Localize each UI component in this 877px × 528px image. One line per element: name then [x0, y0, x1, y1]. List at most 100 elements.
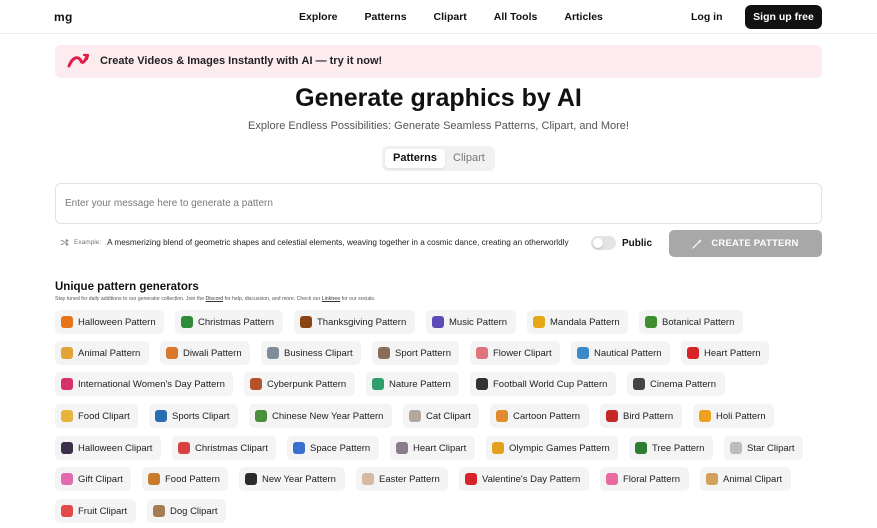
mountain-icon	[372, 378, 384, 390]
soccer-ball-icon	[476, 378, 488, 390]
generator-chip[interactable]: Heart Pattern	[681, 341, 769, 365]
cat-icon	[409, 410, 421, 422]
party-icon	[245, 473, 257, 485]
generator-chip[interactable]: Heart Clipart	[390, 436, 475, 460]
generator-chip[interactable]: Floral Pattern	[600, 467, 689, 491]
generator-chip[interactable]: Tree Pattern	[629, 436, 713, 460]
generator-chip[interactable]: Fruit Clipart	[55, 499, 136, 523]
generator-chip[interactable]: Cinema Pattern	[627, 372, 725, 396]
generator-chip[interactable]: Diwali Pattern	[160, 341, 250, 365]
rocket-icon	[293, 442, 305, 454]
generator-chip-label: Halloween Clipart	[78, 442, 153, 454]
public-toggle[interactable]	[591, 236, 616, 250]
witch-icon	[61, 442, 73, 454]
linktree-link[interactable]: Linktree	[322, 296, 340, 302]
generator-chip-label: Nature Pattern	[389, 378, 451, 390]
generator-chip[interactable]: Food Clipart	[55, 404, 138, 428]
generator-chip[interactable]: Bird Pattern	[600, 404, 682, 428]
generator-chip[interactable]: Business Clipart	[261, 341, 361, 365]
generator-chip[interactable]: Christmas Pattern	[175, 310, 283, 334]
generator-chip[interactable]: New Year Pattern	[239, 467, 345, 491]
dog-icon	[153, 505, 165, 517]
generator-chip[interactable]: Football World Cup Pattern	[470, 372, 616, 396]
generator-chip[interactable]: Mandala Pattern	[527, 310, 628, 334]
generator-chip[interactable]: Chinese New Year Pattern	[249, 404, 392, 428]
generator-chip[interactable]: Animal Pattern	[55, 341, 149, 365]
generator-chip[interactable]: Holi Pattern	[693, 404, 774, 428]
blossom-icon	[606, 473, 618, 485]
generator-chip[interactable]: Cat Clipart	[403, 404, 479, 428]
generator-chip[interactable]: Halloween Clipart	[55, 436, 161, 460]
generator-chip-label: Olympic Games Pattern	[509, 442, 610, 454]
nav-link-all-tools[interactable]: All Tools	[494, 11, 538, 23]
discord-link[interactable]: Discord	[206, 296, 224, 302]
animal-icon	[706, 473, 718, 485]
city-icon	[250, 378, 262, 390]
generator-chip[interactable]: Easter Pattern	[356, 467, 448, 491]
generator-chip[interactable]: Flower Clipart	[470, 341, 560, 365]
generator-chip[interactable]: Sports Clipart	[149, 404, 238, 428]
generator-chip[interactable]: International Women's Day Pattern	[55, 372, 233, 396]
generator-chip[interactable]: Nature Pattern	[366, 372, 459, 396]
heart-icon	[687, 347, 699, 359]
promo-text-highlight[interactable]: AI — try it now!	[302, 55, 383, 67]
fruit-icon	[61, 505, 73, 517]
mandala-icon	[533, 316, 545, 328]
burger-icon	[148, 473, 160, 485]
generator-chip[interactable]: Sport Pattern	[372, 341, 459, 365]
generator-chip[interactable]: Cyberpunk Pattern	[244, 372, 355, 396]
pencil-icon	[496, 410, 508, 422]
bird-icon	[606, 410, 618, 422]
santa-icon	[178, 442, 190, 454]
generator-chip[interactable]: Nautical Pattern	[571, 341, 670, 365]
egg-icon	[362, 473, 374, 485]
shuffle-icon[interactable]	[60, 238, 69, 247]
generator-chip[interactable]: Space Pattern	[287, 436, 379, 460]
page-title: Generate graphics by AI	[295, 84, 582, 112]
generator-chip[interactable]: Botanical Pattern	[639, 310, 743, 334]
tab-clipart[interactable]: Clipart	[445, 149, 493, 168]
generator-chip-label: Mandala Pattern	[550, 316, 620, 328]
mode-tabs: Patterns Clipart	[382, 146, 495, 171]
login-link[interactable]: Log in	[691, 11, 723, 23]
generator-chip-label: Nautical Pattern	[594, 347, 662, 359]
prompt-input[interactable]	[55, 183, 822, 224]
generator-chip[interactable]: Valentine's Day Pattern	[459, 467, 589, 491]
generator-chip-label: New Year Pattern	[262, 473, 336, 485]
create-pattern-button[interactable]: CREATE PATTERN	[669, 230, 822, 257]
generator-chip[interactable]: Olympic Games Pattern	[486, 436, 618, 460]
generator-chip-label: Business Clipart	[284, 347, 353, 359]
section-note: Stay tuned for daily additions to our ge…	[55, 296, 375, 302]
flower-icon	[476, 347, 488, 359]
promo-swoosh-icon	[67, 53, 89, 68]
generator-chip[interactable]: Christmas Clipart	[172, 436, 276, 460]
nav-link-patterns[interactable]: Patterns	[365, 11, 407, 23]
generator-chip[interactable]: Music Pattern	[426, 310, 516, 334]
generator-chip-label: Food Clipart	[78, 410, 130, 422]
promo-text-main: Create Videos & Images Instantly with	[100, 55, 302, 67]
signup-button[interactable]: Sign up free	[745, 5, 822, 29]
tab-patterns[interactable]: Patterns	[385, 149, 446, 168]
pumpkin-icon	[61, 316, 73, 328]
example-text[interactable]: A mesmerizing blend of geometric shapes …	[107, 238, 568, 247]
generator-chip-label: Sport Pattern	[395, 347, 451, 359]
generator-chip[interactable]: Cartoon Pattern	[490, 404, 589, 428]
music-icon	[432, 316, 444, 328]
example-prompt[interactable]: Example: A mesmerizing blend of geometri…	[60, 238, 569, 247]
generator-chip-label: Christmas Pattern	[198, 316, 275, 328]
promo-banner[interactable]: Create Videos & Images Instantly with AI…	[55, 45, 822, 78]
generator-chip[interactable]: Gift Clipart	[55, 467, 131, 491]
logo[interactable]: mg	[54, 10, 73, 24]
nav-link-clipart[interactable]: Clipart	[434, 11, 467, 23]
generator-chip[interactable]: Food Pattern	[142, 467, 228, 491]
tree-icon	[181, 316, 193, 328]
section-note-text: for our socials.	[340, 296, 376, 302]
generator-chip[interactable]: Thanksgiving Pattern	[294, 310, 415, 334]
generator-chip[interactable]: Star Clipart	[724, 436, 803, 460]
lion-icon	[61, 347, 73, 359]
nav-link-articles[interactable]: Articles	[564, 11, 603, 23]
generator-chip[interactable]: Animal Clipart	[700, 467, 791, 491]
generator-chip[interactable]: Halloween Pattern	[55, 310, 164, 334]
nav-link-explore[interactable]: Explore	[299, 11, 338, 23]
generator-chip[interactable]: Dog Clipart	[147, 499, 226, 523]
